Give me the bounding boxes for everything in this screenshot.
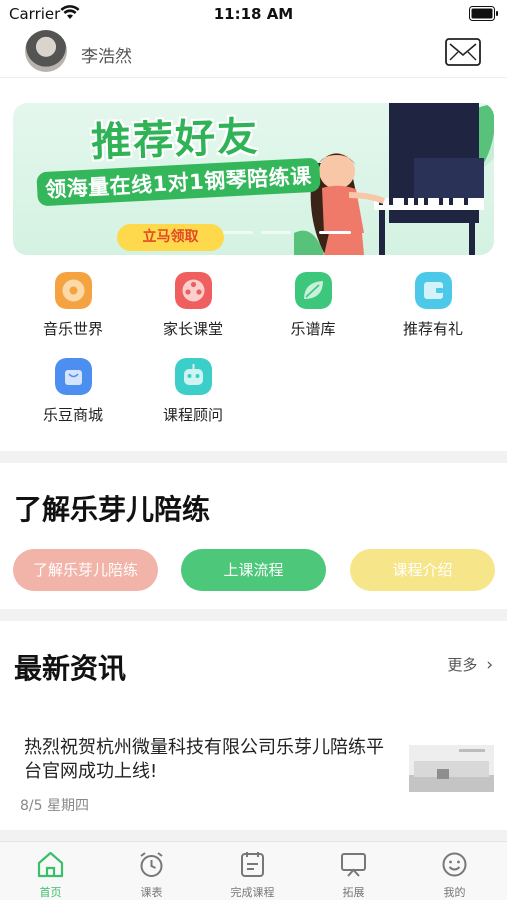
menu-item-music-world[interactable]: 音乐世界: [13, 272, 133, 342]
carousel-dot: [223, 231, 253, 234]
avatar[interactable]: [25, 30, 67, 72]
leaf-icon: [295, 272, 332, 309]
more-label: 更多: [447, 656, 478, 674]
tab-schedule[interactable]: 课表: [101, 842, 202, 900]
news-list-item[interactable]: 热烈祝贺杭州微量科技有限公司乐芽儿陪练平台官网成功上线! 8/5 星期四: [0, 720, 507, 830]
tab-mine[interactable]: 我的: [404, 842, 505, 900]
alarm-clock-icon: [140, 852, 163, 877]
menu-item-label: 家长课堂: [162, 320, 223, 338]
news-thumbnail: [409, 745, 494, 792]
section-divider: [0, 609, 507, 621]
envelope-icon[interactable]: [445, 38, 481, 66]
menu-item-label: 乐谱库: [290, 320, 336, 338]
menu-item-label: 课程顾问: [162, 406, 223, 424]
tab-home[interactable]: 首页: [0, 842, 101, 900]
chevron-right-icon: ›: [486, 655, 493, 675]
feature-menu: 音乐世界 家长课堂 乐谱库 推荐有礼 乐豆商城 课程顾问: [13, 272, 494, 432]
profile-header: 李浩然: [0, 28, 507, 78]
wallet-icon: [415, 272, 452, 309]
bottom-tab-bar: 首页 课表 完成课程 拓展 我的: [0, 841, 507, 900]
home-icon: [37, 851, 64, 878]
section-divider: [0, 451, 507, 463]
menu-item-sheet-music[interactable]: 乐谱库: [253, 272, 373, 342]
news-title: 热烈祝贺杭州微量科技有限公司乐芽儿陪练平台官网成功上线!: [24, 737, 384, 782]
banner-cta-button[interactable]: 立马领取: [117, 224, 224, 251]
carousel-indicator: [223, 231, 363, 235]
about-heading: 了解乐芽儿陪练: [14, 493, 211, 526]
section-divider: [0, 830, 507, 841]
tab-extension[interactable]: 拓展: [303, 842, 404, 900]
about-learn-button[interactable]: 了解乐芽儿陪练: [13, 549, 158, 591]
tab-label: 完成课程: [230, 886, 275, 899]
menu-item-parent-class[interactable]: 家长课堂: [133, 272, 253, 342]
checklist-icon: [241, 852, 264, 877]
menu-item-label: 推荐有礼: [402, 320, 463, 338]
tab-label: 拓展: [342, 886, 365, 899]
tab-completed-courses[interactable]: 完成课程: [202, 842, 303, 900]
battery-icon: [469, 6, 498, 21]
vinyl-record-icon: [55, 272, 92, 309]
film-reel-icon: [175, 272, 212, 309]
course-intro-button[interactable]: 课程介绍: [350, 549, 495, 591]
menu-item-ledou-shop[interactable]: 乐豆商城: [13, 358, 133, 428]
banner-subtitle: 领海量在线1对1钢琴陪练课: [36, 157, 321, 207]
news-date: 8/5 星期四: [20, 798, 89, 814]
menu-item-course-advisor[interactable]: 课程顾问: [133, 358, 253, 428]
class-process-button[interactable]: 上课流程: [181, 549, 326, 591]
status-time: 11:18 AM: [213, 5, 294, 23]
monitor-icon: [341, 853, 366, 877]
menu-item-referral[interactable]: 推荐有礼: [373, 272, 493, 342]
news-more-link[interactable]: 更多 ›: [447, 654, 493, 675]
status-bar: Carrier 11:18 AM: [0, 0, 507, 28]
tab-label: 首页: [39, 886, 62, 899]
smiley-icon: [442, 852, 467, 877]
menu-item-label: 乐豆商城: [42, 406, 103, 424]
carousel-dot-active: [319, 231, 351, 234]
banner-title: 推荐好友: [90, 114, 260, 166]
menu-item-label: 音乐世界: [42, 320, 103, 338]
robot-icon: [175, 358, 212, 395]
tab-label: 课表: [140, 886, 163, 899]
tab-label: 我的: [443, 886, 466, 899]
carousel-dot: [261, 231, 291, 234]
news-heading: 最新资讯: [14, 652, 127, 685]
promo-banner[interactable]: 推荐好友 领海量在线1对1钢琴陪练课 立马领取: [13, 103, 494, 255]
shopping-bag-icon: [55, 358, 92, 395]
username: 李浩然: [81, 47, 132, 67]
